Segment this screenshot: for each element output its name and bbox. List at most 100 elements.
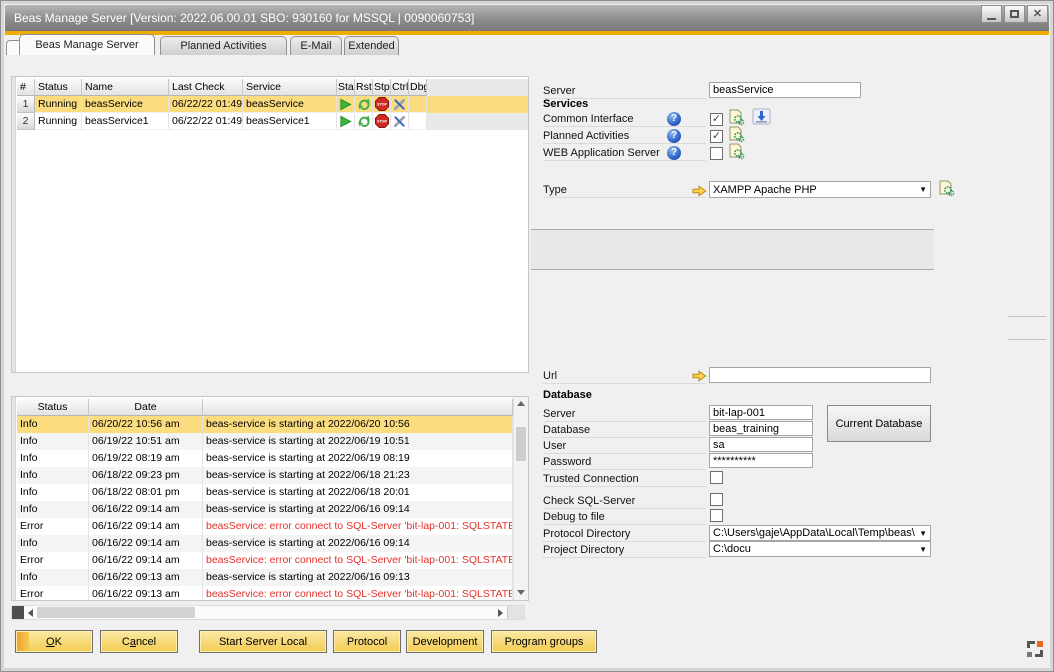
start-service-button[interactable] [337,96,355,113]
stop-service-button[interactable]: STOP [373,96,391,113]
help-icon[interactable] [667,129,681,143]
type-link-arrow[interactable] [692,184,707,202]
log-row[interactable]: Info 06/18/22 08:01 pm beas-service is s… [17,484,513,501]
tab-e-mail[interactable]: E-Mail [290,36,342,55]
web-application-server-checkbox[interactable] [710,147,723,160]
check-sql-server-checkbox[interactable] [710,493,723,506]
col-header-stp[interactable]: Stp [373,79,391,96]
separator-line [1008,339,1046,340]
maximize-button[interactable] [1004,5,1025,23]
row-selector[interactable]: 1 [17,96,35,113]
help-icon[interactable] [667,112,681,126]
log-status-cell: Info [17,484,89,501]
log-row[interactable]: Info 06/19/22 10:51 am beas-service is s… [17,433,513,450]
row-selector[interactable]: 2 [17,113,35,130]
chevron-down-icon [517,590,525,595]
log-row[interactable]: Error 06/16/22 09:14 am beasService: err… [17,518,513,535]
start-server-local-button[interactable]: Start Server Local [199,630,327,653]
col-header-log-message[interactable] [203,399,513,416]
service-last-check-cell: 06/22/22 01:49 [169,96,243,113]
link-arrow-icon [692,185,707,197]
server-input[interactable]: beasService [709,82,861,98]
col-header-name[interactable]: Name [82,79,169,96]
col-header-log-date[interactable]: Date [89,399,203,416]
scrollbar-thumb[interactable] [516,427,526,461]
planned-activities-checkbox[interactable] [710,130,723,143]
program-groups-button[interactable]: Program groups [491,630,597,653]
log-row[interactable]: Error 06/16/22 09:14 am beasService: err… [17,552,513,569]
log-row[interactable]: Info 06/16/22 09:14 am beas-service is s… [17,501,513,518]
tab-beas-manage-server[interactable]: Beas Manage Server [19,34,155,55]
log-message-cell: beas-service is starting at 2022/06/16 0… [203,569,513,586]
col-header-service[interactable]: Service [243,79,337,96]
log-status-cell: Info [17,501,89,518]
tab-planned-activities[interactable]: Planned Activities [160,36,287,55]
col-header-dbg[interactable]: Dbg [409,79,427,96]
type-select-value: XAMPP Apache PHP [713,184,817,196]
log-vertical-scrollbar[interactable] [513,397,528,600]
protocol-button[interactable]: Protocol [333,630,401,653]
help-icon[interactable] [667,146,681,160]
log-message-cell: beas-service is starting at 2022/06/19 0… [203,450,513,467]
db-user-input[interactable]: sa [709,437,813,452]
db-name-input[interactable]: beas_training [709,421,813,436]
col-header-last-check[interactable]: Last Check [169,79,243,96]
scrollbar-origin-block[interactable] [12,606,24,619]
scroll-down-button[interactable] [514,586,528,600]
restart-service-button[interactable] [355,113,373,130]
restart-service-button[interactable] [355,96,373,113]
common-interface-checkbox[interactable] [710,113,723,126]
services-section-header: Services [543,98,588,110]
start-service-button[interactable] [337,113,355,130]
project-directory-select[interactable]: C:\docu ▼ [709,541,931,557]
scroll-right-button[interactable] [494,606,507,619]
minimize-button[interactable] [981,5,1002,23]
log-row[interactable]: Info 06/20/22 10:56 am beas-service is s… [17,416,513,433]
planned-activities-label: Planned Activities [543,128,706,144]
disabled-config-area [531,229,934,270]
col-header-num[interactable]: # [17,79,35,96]
col-header-log-status[interactable]: Status [17,399,89,416]
scrollbar-thumb[interactable] [37,607,195,618]
url-link-arrow[interactable] [692,369,707,387]
link-arrow-icon [692,370,707,382]
trusted-connection-checkbox[interactable] [710,471,723,484]
ok-button[interactable]: OK [15,630,93,653]
protocol-directory-select[interactable]: C:\Users\gaje\AppData\Local\Temp\beas\ ▼ [709,525,931,541]
service-row[interactable]: 1 Running beasService 06/22/22 01:49 bea… [17,96,528,113]
service-row[interactable]: 2 Running beasService1 06/22/22 01:49 be… [17,113,528,130]
cancel-button[interactable]: Cancel [100,630,178,653]
resize-grip[interactable] [1027,641,1043,662]
col-header-ctrl[interactable]: Ctrl [391,79,409,96]
configure-web-server-button[interactable] [728,143,745,165]
configure-type-button[interactable] [938,180,955,202]
scroll-left-button[interactable] [24,606,37,619]
close-button[interactable]: ✕ [1027,5,1048,23]
col-header-sta[interactable]: Sta [337,79,355,96]
url-input[interactable] [709,367,931,383]
control-service-button[interactable] [391,113,409,130]
web-application-server-label: WEB Application Server [543,145,706,161]
log-horizontal-scrollbar[interactable] [11,605,525,620]
current-database-button[interactable]: Current Database [827,405,931,442]
debug-to-file-checkbox[interactable] [710,509,723,522]
dropdown-arrow-icon[interactable]: ▼ [916,545,927,554]
dropdown-arrow-icon[interactable]: ▼ [916,185,927,194]
log-row[interactable]: Info 06/18/22 09:23 pm beas-service is s… [17,467,513,484]
log-row[interactable]: Info 06/16/22 09:14 am beas-service is s… [17,535,513,552]
dropdown-arrow-icon[interactable]: ▼ [916,529,927,538]
install-service-button[interactable] [752,108,771,130]
log-row[interactable]: Info 06/19/22 08:19 am beas-service is s… [17,450,513,467]
db-password-input[interactable]: ********** [709,453,813,468]
type-select[interactable]: XAMPP Apache PHP ▼ [709,181,931,198]
stop-service-button[interactable]: STOP [373,113,391,130]
log-row[interactable]: Error 06/16/22 09:13 am beasService: err… [17,586,513,601]
db-server-input[interactable]: bit-lap-001 [709,405,813,420]
col-header-rst[interactable]: Rst [355,79,373,96]
log-row[interactable]: Info 06/16/22 09:13 am beas-service is s… [17,569,513,586]
tab-extended[interactable]: Extended [344,36,399,55]
col-header-status[interactable]: Status [35,79,82,96]
development-button[interactable]: Development [406,630,484,653]
control-service-button[interactable] [391,96,409,113]
scroll-up-button[interactable] [514,397,528,411]
